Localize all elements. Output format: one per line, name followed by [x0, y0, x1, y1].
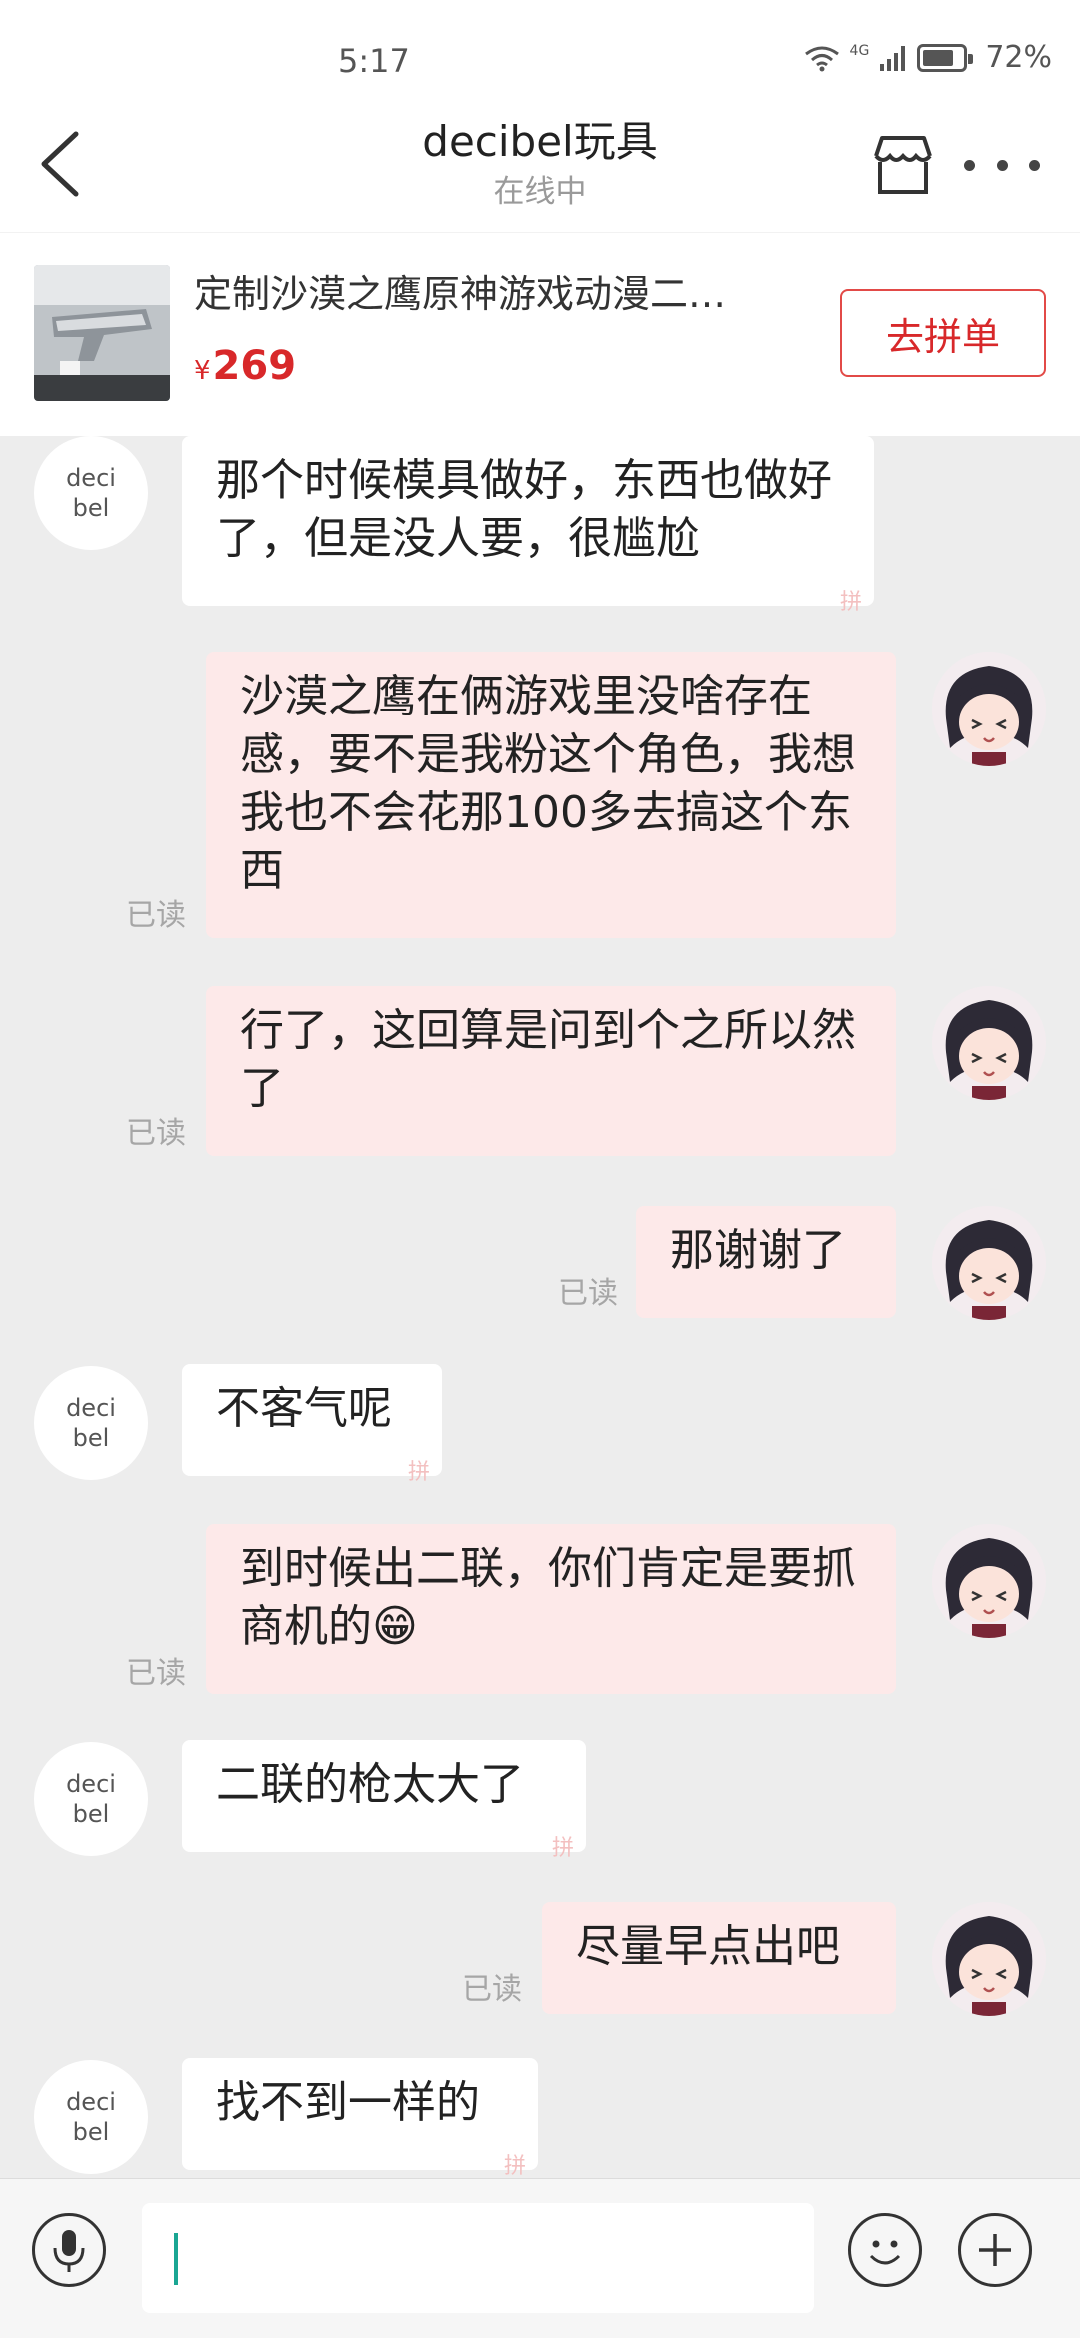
user-avatar[interactable]: [932, 986, 1046, 1100]
contact-avatar[interactable]: deci bel: [34, 1742, 148, 1856]
message-text: 到时候出二联，你们肯定是要抓商机的😁: [240, 1543, 856, 1652]
signal-icon: [880, 45, 906, 71]
group-buy-button[interactable]: 去拼单: [840, 289, 1046, 377]
pin-watermark-icon: 拼: [551, 1836, 574, 1861]
text-caret: [174, 2233, 178, 2285]
battery-percent: 72%: [985, 40, 1052, 75]
battery-icon: [917, 43, 974, 72]
incoming-message[interactable]: 找不到一样的 拼: [182, 2058, 538, 2178]
currency-symbol: ¥: [194, 356, 211, 386]
status-time: 5:17: [338, 42, 410, 80]
plus-icon[interactable]: [958, 2213, 1032, 2287]
message-text: 找不到一样的: [216, 2077, 480, 2128]
outgoing-message[interactable]: 行了，这回算是问到个之所以然了: [206, 986, 896, 1156]
status-icons: 4G 72%: [804, 40, 1052, 75]
product-name[interactable]: 定制沙漠之鹰原神游戏动漫二…: [194, 263, 794, 318]
emoji-icon[interactable]: [848, 2213, 922, 2287]
chat-header: decibel玩具 在线中: [0, 100, 1080, 232]
message-text: 不客气呢: [216, 1383, 392, 1434]
product-thumbnail[interactable]: [34, 265, 170, 401]
store-icon[interactable]: [868, 130, 938, 200]
input-bar: [0, 2178, 1080, 2338]
read-receipt: 已读: [126, 1656, 186, 1691]
read-receipt: 已读: [558, 1276, 618, 1311]
pin-watermark-icon: 拼: [407, 1460, 430, 1485]
contact-avatar[interactable]: deci bel: [34, 1366, 148, 1480]
microphone-icon[interactable]: [32, 2213, 106, 2287]
contact-avatar[interactable]: deci bel: [34, 436, 148, 550]
user-avatar[interactable]: [932, 1902, 1046, 2016]
network-type-label: 4G: [849, 42, 870, 59]
pin-watermark-icon: 拼: [839, 590, 862, 615]
user-avatar[interactable]: [932, 1524, 1046, 1638]
more-dots-icon[interactable]: [964, 140, 1040, 190]
product-price: ¥269: [194, 343, 296, 389]
outgoing-message[interactable]: 沙漠之鹰在俩游戏里没啥存在感，要不是我粉这个角色，我想我也不会花那100多去搞这…: [206, 652, 896, 938]
incoming-message[interactable]: 那个时候模具做好，东西也做好了，但是没人要，很尴尬 拼: [182, 436, 874, 615]
message-input[interactable]: [142, 2203, 814, 2313]
wifi-icon: [804, 46, 839, 71]
message-text: 二联的枪太大了: [216, 1759, 524, 1810]
incoming-message[interactable]: 不客气呢 拼: [182, 1364, 442, 1485]
product-card[interactable]: 定制沙漠之鹰原神游戏动漫二… ¥269 去拼单: [0, 232, 1080, 436]
message-text: 尽量早点出吧: [576, 1921, 840, 1972]
outgoing-message[interactable]: 到时候出二联，你们肯定是要抓商机的😁: [206, 1524, 896, 1694]
price-value: 269: [212, 343, 297, 389]
status-bar: 5:17 4G 72%: [0, 0, 1080, 100]
message-text: 那谢谢了: [670, 1225, 846, 1276]
user-avatar[interactable]: [932, 1206, 1046, 1320]
message-text: 沙漠之鹰在俩游戏里没啥存在感，要不是我粉这个角色，我想我也不会花那100多去搞这…: [240, 671, 856, 896]
message-text: 那个时候模具做好，东西也做好了，但是没人要，很尴尬: [216, 455, 832, 564]
pin-watermark-icon: 拼: [503, 2154, 526, 2178]
outgoing-message[interactable]: 那谢谢了: [636, 1206, 896, 1318]
incoming-message[interactable]: 二联的枪太大了 拼: [182, 1740, 586, 1861]
contact-avatar[interactable]: deci bel: [34, 2060, 148, 2174]
outgoing-message[interactable]: 尽量早点出吧: [542, 1902, 896, 2014]
message-text: 行了，这回算是问到个之所以然了: [240, 1005, 856, 1114]
read-receipt: 已读: [462, 1972, 522, 2007]
read-receipt: 已读: [126, 898, 186, 933]
message-list[interactable]: deci bel 那个时候模具做好，东西也做好了，但是没人要，很尴尬 拼 已读 沙…: [0, 436, 1080, 2178]
user-avatar[interactable]: [932, 652, 1046, 766]
read-receipt: 已读: [126, 1116, 186, 1151]
